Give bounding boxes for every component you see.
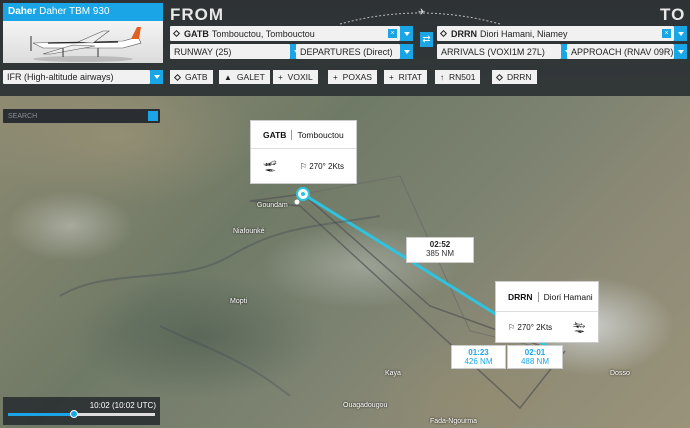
leg-distance: 488 NM: [520, 357, 549, 366]
departure-callout-name: Tombouctou: [297, 129, 344, 140]
flight-type-select[interactable]: IFR (High-altitude airways): [3, 70, 150, 84]
departure-wind: 270° 2Kts: [309, 161, 344, 171]
to-label: TO: [660, 5, 686, 24]
waypoint-name: POXAS: [342, 72, 372, 82]
flight-type-value: IFR (High-altitude airways): [7, 72, 114, 82]
takeoff-icon: 🛫︎: [263, 160, 277, 173]
waypoint-name: VOXIL: [287, 72, 313, 82]
waypoint-name: RITAT: [398, 72, 422, 82]
airport-diamond-icon: [173, 73, 182, 81]
arrival-callout-name: Diori Hamani: [543, 291, 593, 302]
arrival-procedure-value: ARRIVALS (VOXI1M 27L): [441, 46, 545, 57]
clear-arrival-icon[interactable]: ×: [662, 29, 671, 38]
runway-select[interactable]: RUNWAY (25): [170, 44, 290, 59]
runway-value: RUNWAY (25): [174, 46, 232, 57]
leg-info-alt-1: 01:23 426 NM: [451, 345, 506, 369]
town-label: Dosso: [610, 370, 630, 377]
cross-icon: +: [389, 72, 394, 82]
waypoint-name: GATB: [185, 72, 208, 82]
plane-arc-icon: ✈: [339, 8, 501, 25]
aircraft-thumbnail[interactable]: [3, 21, 163, 63]
flight-planner-header: Daher Daher TBM 930 FROM TO ✈ GATB Tombo…: [0, 0, 690, 96]
airport-dot: [294, 199, 300, 205]
waypoint-name: GALET: [236, 72, 265, 82]
triangle-icon: ▲: [224, 72, 232, 82]
flight-type-dropdown-button[interactable]: [150, 70, 163, 84]
time-of-day-panel: 10:02 (10:02 UTC): [3, 397, 160, 425]
leg-time: 02:52: [429, 240, 451, 249]
search-icon[interactable]: [148, 111, 158, 121]
town-label: Niafounké: [233, 228, 265, 235]
arrival-procedure-select[interactable]: ARRIVALS (VOXI1M 27L): [437, 44, 561, 59]
cross-icon: +: [278, 72, 283, 82]
waypoint-chip[interactable]: + VOXIL: [273, 70, 318, 84]
time-slider[interactable]: [8, 410, 155, 418]
arrival-airport-field[interactable]: DRRN Diori Hamani, Niamey ×: [437, 26, 674, 41]
leg-distance: 426 NM: [464, 357, 493, 366]
airport-diamond-icon: [172, 29, 181, 38]
town-label: Ouagadougou: [343, 402, 388, 409]
town-label: Mopti: [230, 298, 248, 305]
waypoint-chip[interactable]: + POXAS: [328, 70, 377, 84]
departure-procedure-dropdown-button[interactable]: [400, 44, 413, 59]
time-display: 10:02 (10:02 UTC): [89, 401, 156, 410]
time-slider-fill: [8, 413, 75, 416]
approach-dropdown-button[interactable]: [674, 44, 687, 59]
svg-text:✈: ✈: [418, 8, 426, 18]
approach-select[interactable]: APPROACH (RNAV 09R): [567, 44, 674, 59]
time-slider-handle[interactable]: [70, 410, 79, 418]
search-input[interactable]: [8, 111, 138, 121]
wind-icon: ⚐: [508, 322, 516, 332]
arrival-callout-code: DRRN: [508, 291, 539, 302]
approach-value: APPROACH (RNAV 09R): [571, 46, 674, 57]
aircraft-image: [30, 27, 142, 62]
town-label: Fada-Ngourma: [430, 418, 478, 425]
town-label: Goundam: [257, 202, 288, 209]
departure-airport-code: GATB: [184, 28, 209, 39]
waypoint-chip[interactable]: GATB: [170, 70, 213, 84]
departure-airport-name: Tombouctou, Tombouctou: [211, 28, 315, 39]
departure-procedure-select[interactable]: DEPARTURES (Direct): [296, 44, 400, 59]
aircraft-model: Daher TBM 930: [39, 6, 110, 17]
swap-airports-button[interactable]: ⇄: [420, 32, 433, 47]
aircraft-brand: Daher: [8, 6, 37, 17]
leg-distance: 385 NM: [425, 249, 454, 258]
arrival-dropdown-button[interactable]: [674, 26, 687, 41]
arrival-wind: 270° 2Kts: [517, 322, 553, 332]
wind-icon: ⚐: [299, 161, 307, 171]
waypoint-chip[interactable]: + RITAT: [384, 70, 427, 84]
leg-info-main: 02:52 385 NM: [406, 237, 474, 263]
landing-icon: 🛬︎: [572, 321, 586, 334]
arrival-airport-name: Diori Hamani, Niamey: [480, 28, 568, 39]
waypoint-chip[interactable]: DRRN: [492, 70, 537, 84]
waypoint-chip[interactable]: ▲ GALET: [219, 70, 270, 84]
arrival-airport-code: DRRN: [451, 28, 477, 39]
leg-info-alt-2: 02:01 488 NM: [507, 345, 563, 369]
departure-callout[interactable]: GATB Tombouctou 🛫︎ ⚐ 270° 2Kts: [250, 120, 357, 184]
departure-dropdown-button[interactable]: [400, 26, 413, 41]
aircraft-selector[interactable]: Daher Daher TBM 930: [3, 3, 163, 21]
leg-time: 02:01: [524, 348, 546, 357]
ndb-icon: ↑: [440, 72, 444, 82]
departure-airport-field[interactable]: GATB Tombouctou, Tombouctou ×: [170, 26, 400, 41]
clear-departure-icon[interactable]: ×: [388, 29, 397, 38]
arrival-callout[interactable]: DRRN Diori Hamani ⚐ 270° 2Kts 🛬︎: [495, 281, 599, 343]
waypoint-chip[interactable]: ↑ RN501: [435, 70, 481, 84]
town-label: Kaya: [385, 370, 401, 377]
waypoint-name: RN501: [449, 72, 476, 82]
leg-time: 01:23: [468, 348, 489, 357]
airport-diamond-icon: [495, 73, 504, 81]
airport-diamond-icon: [439, 29, 448, 38]
waypoint-name: DRRN: [507, 72, 532, 82]
from-label: FROM: [170, 5, 225, 24]
map-search: [3, 109, 160, 123]
departure-callout-code: GATB: [263, 129, 293, 140]
departure-procedure-value: DEPARTURES (Direct): [300, 46, 393, 57]
cross-icon: +: [333, 72, 338, 82]
